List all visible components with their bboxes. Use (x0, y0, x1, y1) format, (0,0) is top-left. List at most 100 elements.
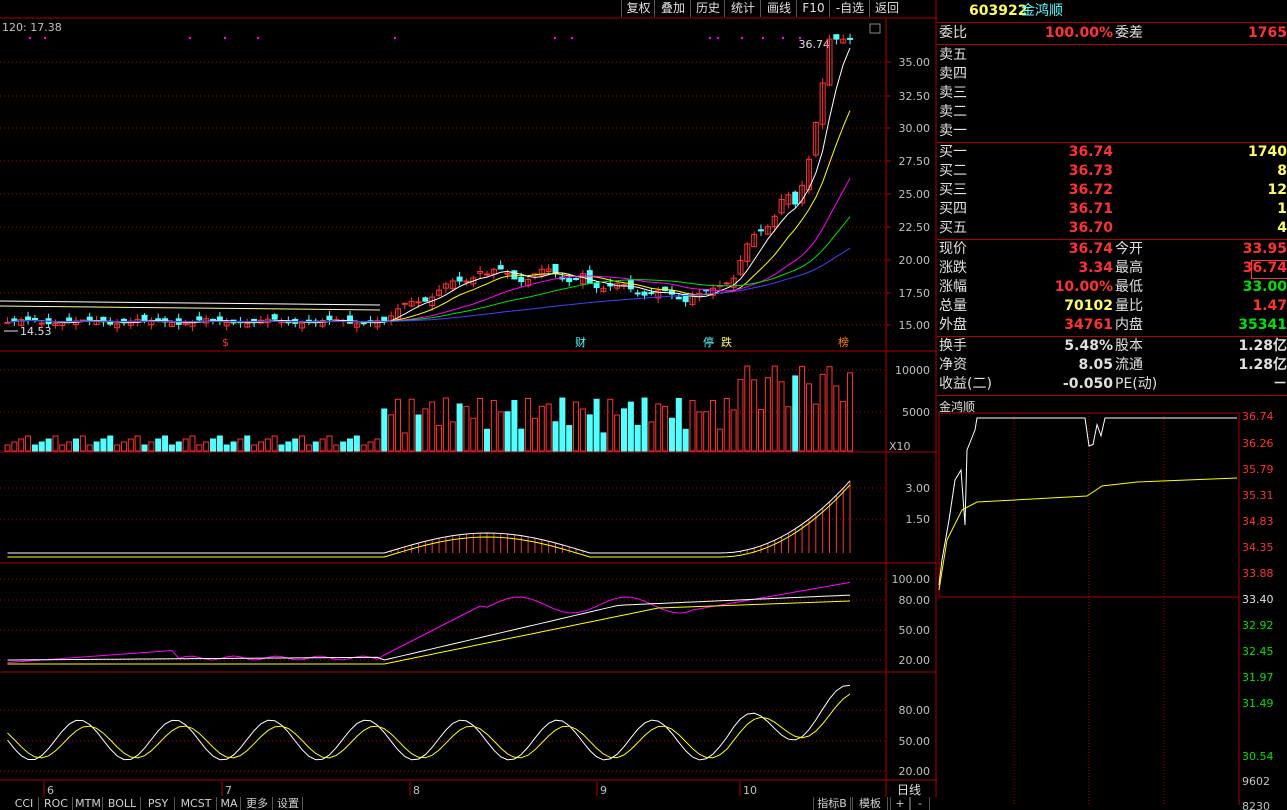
indicator-tab-boll[interactable]: BOLL (104, 797, 141, 810)
volume-bar (586, 414, 593, 452)
volume-bar (59, 444, 66, 452)
indicator2-tick: 100.00 (892, 573, 931, 586)
indicator3-tick: 20.00 (899, 765, 931, 778)
rsi-signal-line (7, 693, 851, 759)
volume-bar (18, 438, 25, 452)
indicator-tab-设置[interactable]: 设置 (274, 797, 303, 810)
volume-bar (490, 399, 497, 452)
volume-bar (641, 397, 648, 452)
volume-bar (38, 441, 45, 452)
candle-body (634, 292, 641, 295)
candle-body (463, 280, 470, 283)
template-tab-2[interactable]: + (890, 797, 910, 810)
volume-bar (31, 444, 38, 452)
month-label: 8 (413, 784, 420, 797)
candle-body (484, 273, 490, 276)
indicator2-tick: 50.00 (899, 624, 931, 637)
volume-bar (600, 432, 607, 452)
candle-body (518, 277, 525, 283)
volume-bar (223, 444, 230, 452)
template-tab-1[interactable]: 模板 (852, 797, 888, 810)
volume-bar (79, 435, 86, 452)
ma30-line (7, 216, 851, 323)
intraday-tick: 36.26 (1242, 437, 1274, 450)
indicator-tab-mtm[interactable]: MTM (74, 797, 103, 810)
signal-dot (798, 36, 802, 40)
candle-body (833, 34, 840, 40)
volume-bar (408, 398, 415, 452)
volume-bar (497, 411, 504, 452)
volume-bar (477, 397, 484, 452)
volume-bar (614, 414, 621, 452)
volume-bar (100, 438, 107, 452)
volume-bar (463, 405, 470, 452)
volume-bar (210, 438, 216, 452)
volume-bar (559, 397, 566, 452)
volume-bar (237, 438, 244, 452)
candles (4, 33, 854, 333)
price-tick: 15.00 (899, 319, 931, 332)
volume-tick: 10000 (895, 364, 930, 377)
volume-bar (66, 441, 73, 452)
volume-bar (730, 409, 737, 452)
template-tab-3[interactable]: - (910, 797, 930, 810)
volume-bar (442, 397, 449, 452)
indicator-tab-psy[interactable]: PSY (142, 797, 175, 810)
indicator-tab-ma[interactable]: MA (218, 797, 241, 810)
candle-body (66, 317, 73, 322)
candle-body (497, 265, 504, 270)
volume-tick: 5000 (902, 406, 930, 419)
signal-dot (716, 36, 720, 40)
month-label: 7 (225, 784, 232, 797)
candle-body (573, 278, 580, 281)
candle-body (326, 315, 333, 321)
volume-bar (552, 421, 559, 452)
volume-bar (662, 405, 669, 452)
indicator-tab-roc[interactable]: ROC (40, 797, 73, 810)
chart-area: 35.00 32.50 30.00 27.50 25.00 22.50 20.00 17.50… (0, 0, 937, 797)
indicator-tab-mcst[interactable]: MCST (176, 797, 217, 810)
dea-line (7, 484, 851, 558)
volume-bar (799, 365, 806, 452)
volume-bar (162, 435, 169, 452)
volume-bar (251, 444, 258, 452)
candle-body (401, 302, 408, 305)
candle-body (641, 291, 648, 296)
volume-bar (360, 444, 367, 452)
volume-bar (155, 438, 162, 452)
volume-bar (538, 405, 545, 452)
intraday-tick: 35.31 (1242, 489, 1274, 502)
candle-body (196, 316, 203, 321)
volume-bar (203, 441, 210, 452)
volume-bar (737, 378, 744, 452)
indicator1-tick: 3.00 (906, 482, 931, 495)
indicator2-tick: 20.00 (899, 654, 931, 667)
intraday-tick: 31.49 (1242, 697, 1274, 710)
volume-bar (305, 444, 312, 452)
candle-body (723, 282, 730, 285)
expand-icon[interactable] (869, 23, 881, 34)
indicator-tab-更多[interactable]: 更多 (242, 797, 273, 810)
volume-bar (634, 424, 641, 452)
volume-bar (367, 441, 374, 452)
volume-bar (764, 377, 771, 452)
template-tab-0[interactable]: 指标B (813, 797, 851, 810)
intraday-chart: 36.74 36.26 35.79 35.31 34.83 34.35 33.88 33.40… (938, 410, 1274, 810)
candle-body (415, 301, 422, 304)
candle-body (566, 277, 573, 283)
price-tick: 17.50 (899, 287, 931, 300)
price-tick: 32.50 (899, 90, 931, 103)
volume-bar (771, 365, 778, 452)
ma120-line (0, 300, 381, 306)
volume-bar (751, 379, 758, 452)
volume-bar (278, 444, 285, 452)
candle-body (627, 279, 634, 290)
volume-bar (292, 438, 299, 452)
price-tick: 30.00 (899, 122, 931, 135)
signal-dot (393, 36, 397, 40)
signal-dot (188, 36, 192, 40)
volume-bar (216, 435, 223, 452)
signal-dot (553, 36, 557, 40)
volume-bar (285, 441, 292, 452)
indicator-tab-cci[interactable]: CCI (10, 797, 39, 810)
